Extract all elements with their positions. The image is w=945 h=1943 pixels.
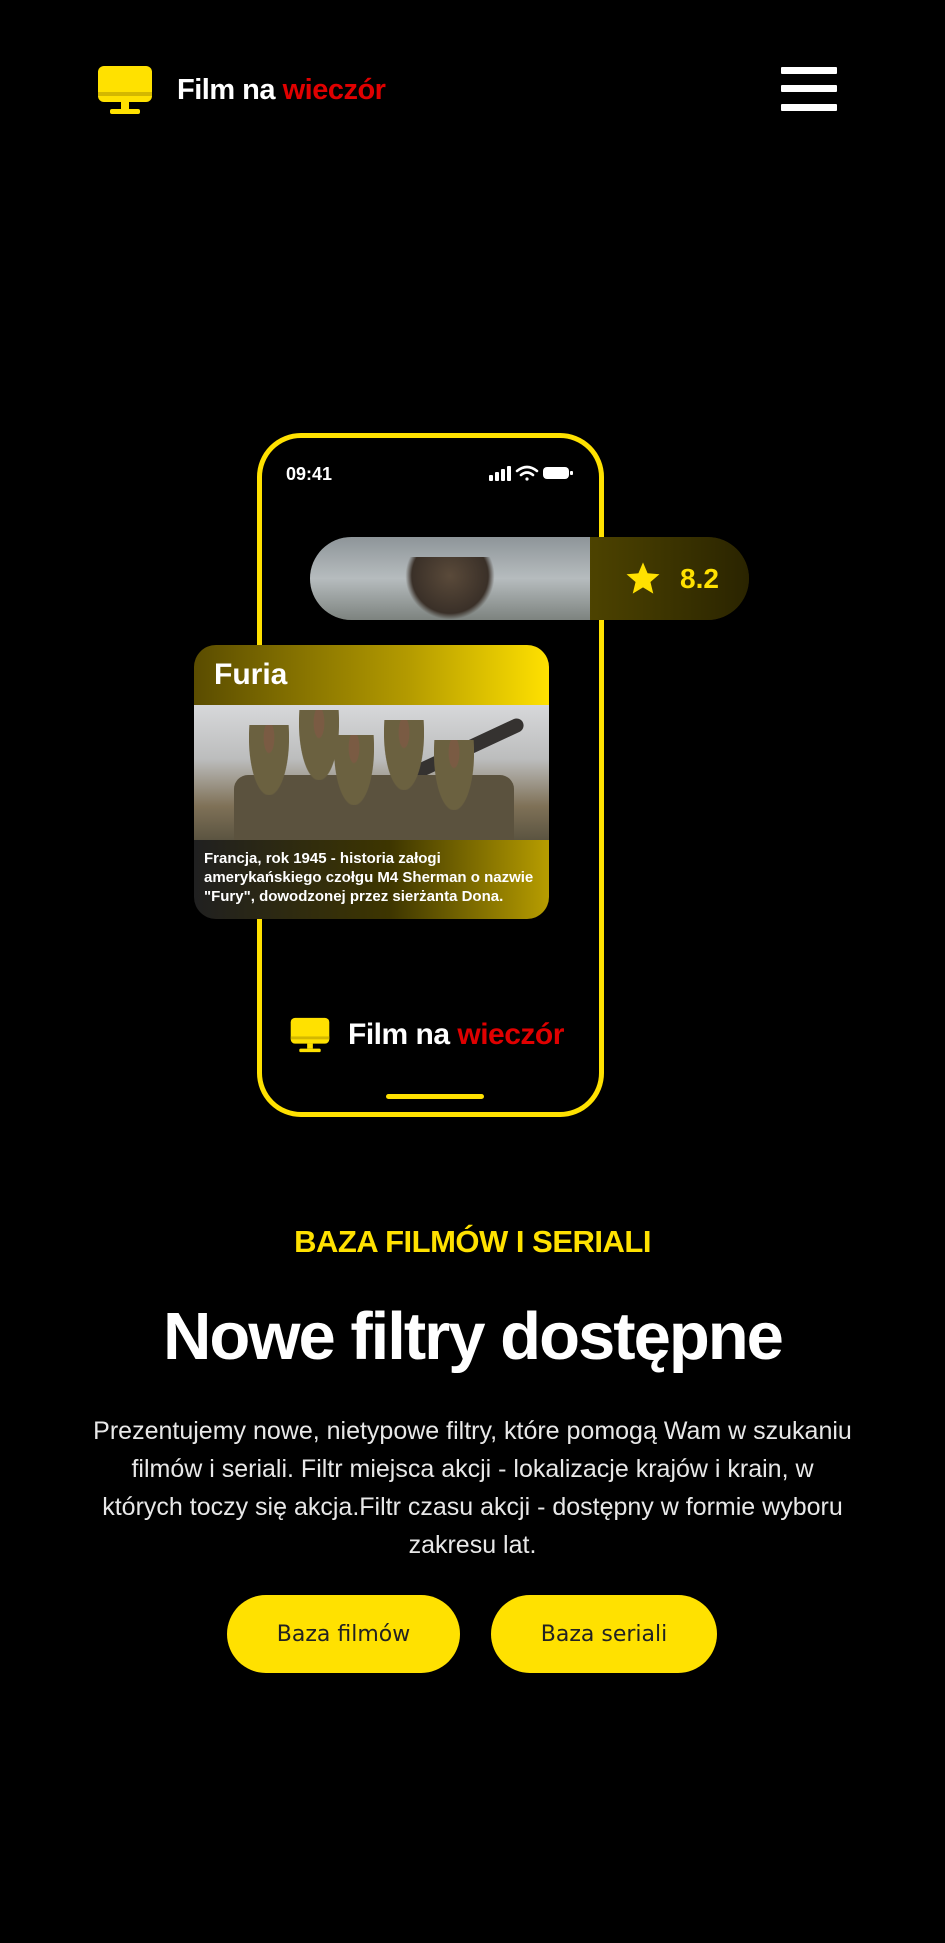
phone-brand-name: Film na wieczór — [348, 1018, 564, 1052]
movie-card-header: Furia — [194, 645, 549, 705]
home-indicator — [386, 1094, 484, 1099]
movie-description: Francja, rok 1945 - historia załogi amer… — [194, 840, 549, 919]
battery-icon — [543, 467, 573, 479]
hamburger-menu-icon[interactable] — [781, 64, 837, 114]
monitor-icon — [97, 64, 153, 116]
hero-buttons: Baza filmów Baza seriali — [227, 1595, 717, 1673]
brand-logo[interactable]: Film na wieczór — [97, 64, 386, 116]
movie-image — [194, 705, 549, 840]
movie-card[interactable]: Furia Francja, rok 1945 - historia załog… — [194, 645, 549, 919]
phone-brand-name-main: Film na — [348, 1018, 450, 1051]
hero-description: Prezentujemy nowe, nietypowe filtry, któ… — [93, 1417, 852, 1559]
movie-title: Furia — [214, 658, 288, 691]
star-icon — [624, 560, 662, 598]
rating-movie-image — [310, 537, 590, 620]
hero-headline: Nowe filtry dostępne — [163, 1299, 784, 1374]
phone-brand-name-accent: wieczór — [457, 1018, 564, 1051]
rating-badge: 8.2 — [590, 537, 749, 620]
wifi-icon — [515, 465, 539, 481]
phone-status-time: 09:41 — [286, 464, 333, 484]
top-navigation: Film na wieczór — [0, 0, 945, 180]
brand-name-accent: wieczór — [282, 73, 386, 106]
series-database-button[interactable]: Baza seriali — [491, 1595, 717, 1673]
monitor-icon — [290, 1016, 330, 1054]
section-eyebrow: BAZA FILMÓW I SERIALI — [294, 1224, 651, 1259]
brand-name: Film na wieczór — [177, 73, 386, 107]
status-icons — [487, 464, 577, 482]
rating-value: 8.2 — [680, 562, 719, 594]
brand-name-main: Film na — [177, 73, 276, 106]
phone-footer-logo: Film na wieczór — [290, 1016, 564, 1054]
rating-pill: 8.2 — [310, 537, 749, 620]
signal-icon — [489, 466, 511, 481]
movies-database-button[interactable]: Baza filmów — [227, 1595, 460, 1673]
